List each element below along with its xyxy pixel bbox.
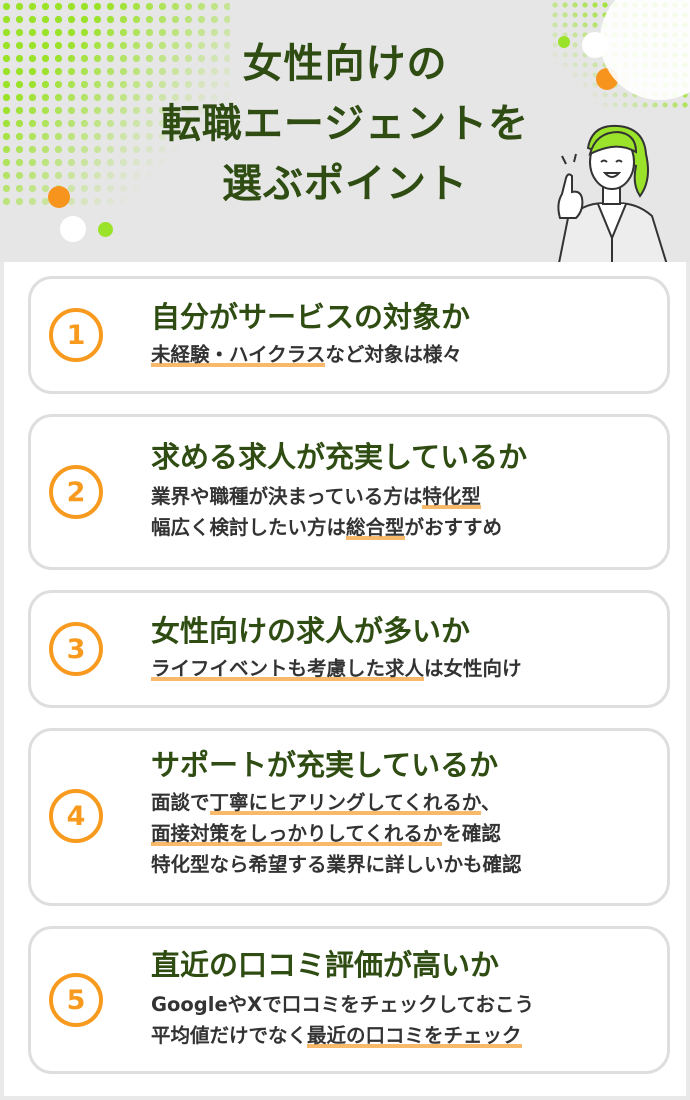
- point-description: 未経験・ハイクラスなど対象は様々: [151, 339, 462, 370]
- point-number: 4: [49, 789, 103, 843]
- point-description: 業界や職種が決まっている方は特化型 幅広く検討したい方は総合型がおすすめ: [151, 481, 502, 543]
- highlight-text: 丁寧にヒアリングしてくれるか: [209, 791, 481, 814]
- description-line: 業界や職種が決まっている方は特化型: [151, 481, 502, 512]
- content-panel: 1 自分がサービスの対象か 未経験・ハイクラスなど対象は様々 2 求める求人が充…: [4, 262, 686, 1096]
- description-line: 平均値だけでなく最近の口コミをチェック: [151, 1020, 534, 1051]
- point-description: ライフイベントも考慮した求人は女性向け: [151, 653, 522, 684]
- point-number: 1: [49, 308, 103, 362]
- description-text: を確認: [442, 822, 501, 845]
- description-line: GoogleやXで口コミをチェックしておこう: [151, 989, 534, 1020]
- point-number: 3: [49, 622, 103, 676]
- point-title: 直近の口コミ評価が高いか: [151, 948, 500, 982]
- highlight-text: ライフイベントも考慮した求人: [151, 657, 425, 680]
- description-line: 幅広く検討したい方は総合型がおすすめ: [151, 512, 502, 543]
- description-text: 幅広く検討したい方は: [151, 516, 347, 539]
- description-line: 面談で丁寧にヒアリングしてくれるか、: [151, 787, 522, 818]
- description-text: は女性向け: [424, 657, 522, 680]
- point-number: 2: [49, 465, 103, 519]
- highlight-text: 特化型: [422, 485, 481, 508]
- highlight-text: 最近の口コミをチェック: [307, 1024, 522, 1047]
- green-dot: [98, 222, 113, 237]
- woman-pointing-icon: [557, 124, 668, 262]
- description-text: 業界や職種が決まっている方は: [151, 485, 423, 508]
- description-line: 面接対策をしっかりしてくれるかを確認: [151, 818, 522, 849]
- point-title: 女性向けの求人が多いか: [151, 614, 471, 648]
- description-text: など対象は様々: [325, 343, 462, 366]
- point-number: 5: [49, 973, 103, 1027]
- point-description: GoogleやXで口コミをチェックしておこう 平均値だけでなく最近の口コミをチェ…: [151, 989, 534, 1051]
- description-line: ライフイベントも考慮した求人は女性向け: [151, 653, 522, 684]
- white-dot: [60, 216, 86, 242]
- highlight-text: 総合型: [346, 516, 405, 539]
- description-text: がおすすめ: [404, 516, 503, 539]
- point-title: サポートが充実しているか: [151, 748, 499, 782]
- point-card-4: 4 サポートが充実しているか 面談で丁寧にヒアリングしてくれるか、 面接対策をし…: [28, 728, 670, 906]
- highlight-text: 面接対策をしっかりしてくれるか: [151, 822, 443, 845]
- point-card-3: 3 女性向けの求人が多いか ライフイベントも考慮した求人は女性向け: [28, 590, 670, 708]
- header-banner: 女性向けの 転職エージェントを 選ぶポイント: [0, 0, 690, 262]
- point-title: 求める求人が充実しているか: [151, 440, 528, 474]
- point-card-5: 5 直近の口コミ評価が高いか GoogleやXで口コミをチェックしておこう 平均…: [28, 926, 670, 1074]
- point-card-2: 2 求める求人が充実しているか 業界や職種が決まっている方は特化型 幅広く検討し…: [28, 414, 670, 570]
- description-line: 未経験・ハイクラスなど対象は様々: [151, 339, 462, 370]
- description-text: 、: [480, 791, 501, 814]
- description-text: GoogleやXで口コミをチェックしておこう: [151, 993, 535, 1016]
- description-text: 特化型なら希望する業界に詳しいかも確認: [151, 853, 522, 876]
- title-line: 女性向けの: [242, 41, 448, 87]
- point-description: 面談で丁寧にヒアリングしてくれるか、 面接対策をしっかりしてくれるかを確認 特化…: [151, 787, 522, 880]
- description-line: 特化型なら希望する業界に詳しいかも確認: [151, 849, 522, 880]
- highlight-text: 未経験・ハイクラス: [151, 343, 326, 366]
- description-text: 面談で: [151, 791, 210, 814]
- description-text: 平均値だけでなく: [151, 1024, 308, 1047]
- point-card-1: 1 自分がサービスの対象か 未経験・ハイクラスなど対象は様々: [28, 276, 670, 394]
- point-title: 自分がサービスの対象か: [151, 300, 471, 334]
